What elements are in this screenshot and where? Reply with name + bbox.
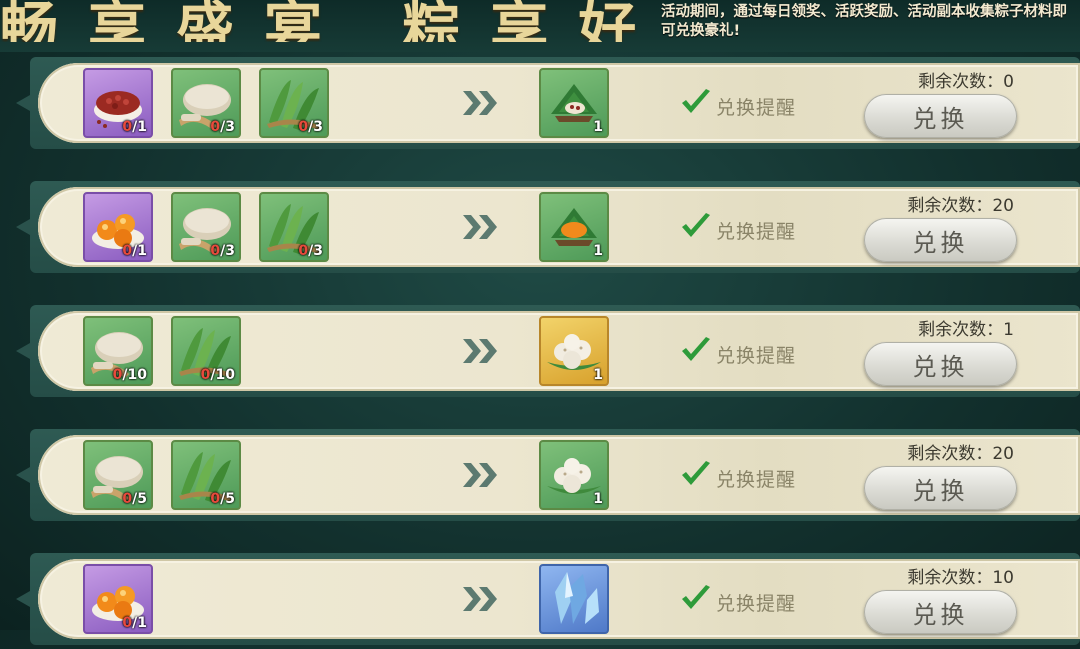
material-have: 0 — [200, 367, 211, 383]
material-count: 0/3 — [298, 119, 323, 135]
reward-count: 1 — [593, 243, 603, 259]
reward-slot[interactable]: 1 — [539, 192, 609, 262]
event-title: 畅享盛宴 粽享好礼 — [0, 0, 650, 42]
exchange-reminder-toggle[interactable]: 兑换提醒 — [680, 89, 820, 119]
material-have: 0 — [210, 119, 221, 135]
material-need: 1 — [137, 119, 147, 135]
reminder-label: 兑换提醒 — [716, 345, 797, 367]
exchange-button[interactable]: 兑换 — [864, 218, 1017, 262]
material-slot[interactable]: 0/3 — [259, 68, 329, 138]
material-need: 3 — [313, 119, 323, 135]
double-chevron-icon — [463, 215, 499, 239]
material-need: 3 — [313, 243, 323, 259]
exchange-button[interactable]: 兑换 — [864, 590, 1017, 634]
reminder-label: 兑换提醒 — [716, 221, 797, 243]
material-count: 0/3 — [298, 243, 323, 259]
row-ornament — [16, 343, 30, 359]
material-count: 0/1 — [122, 243, 147, 259]
material-slot[interactable]: 0/5 — [171, 440, 241, 510]
checkmark-icon — [680, 337, 712, 369]
exchange-button[interactable]: 兑换 — [864, 466, 1017, 510]
material-have: 0 — [210, 491, 221, 507]
reward-count: 1 — [593, 491, 603, 507]
material-count: 0/3 — [210, 119, 235, 135]
exchange-row: 0/1 0/3 0/3 1 兑换提醒 剩余次数：0 兑换 — [16, 53, 1080, 153]
reward-slot[interactable] — [539, 564, 609, 634]
material-slot[interactable]: 0/1 — [83, 192, 153, 262]
material-need: 10 — [127, 367, 147, 383]
row-ornament — [16, 219, 30, 235]
exchange-reminder-toggle[interactable]: 兑换提醒 — [680, 337, 820, 367]
material-need: 10 — [215, 367, 235, 383]
material-slot[interactable]: 0/3 — [171, 192, 241, 262]
material-count: 0/3 — [210, 243, 235, 259]
double-chevron-icon — [463, 463, 499, 487]
remaining-count: 剩余次数：20 — [907, 196, 1014, 216]
material-need: 5 — [137, 491, 147, 507]
exchange-reminder-toggle[interactable]: 兑换提醒 — [680, 585, 820, 615]
remaining-count: 剩余次数：10 — [907, 568, 1014, 588]
reward-count: 1 — [593, 367, 603, 383]
material-have: 0 — [298, 119, 309, 135]
remaining-count: 剩余次数：1 — [918, 320, 1014, 340]
checkmark-icon — [680, 461, 712, 493]
row-ornament — [16, 95, 30, 111]
material-slot[interactable]: 0/1 — [83, 68, 153, 138]
exchange-row: 0/5 0/5 1 兑换提醒 剩余次数：20 兑换 — [16, 425, 1080, 525]
material-slot[interactable]: 0/1 — [83, 564, 153, 634]
material-have: 0 — [122, 615, 133, 631]
checkmark-icon — [680, 213, 712, 245]
exchange-row: 0/10 0/10 1 兑换提醒 剩余次数：1 兑换 — [16, 301, 1080, 401]
material-have: 0 — [122, 243, 133, 259]
material-count: 0/5 — [210, 491, 235, 507]
double-chevron-icon — [463, 587, 499, 611]
exchange-row: 0/1 兑换提醒 剩余次数：10 兑换 — [16, 549, 1080, 649]
checkmark-icon — [680, 89, 712, 121]
material-slot[interactable]: 0/5 — [83, 440, 153, 510]
double-chevron-icon — [463, 91, 499, 115]
double-chevron-icon — [463, 339, 499, 363]
material-slot[interactable]: 0/3 — [259, 192, 329, 262]
material-have: 0 — [122, 119, 133, 135]
material-need: 1 — [137, 243, 147, 259]
exchange-reminder-toggle[interactable]: 兑换提醒 — [680, 461, 820, 491]
reward-count: 1 — [593, 119, 603, 135]
material-have: 0 — [298, 243, 309, 259]
material-need: 5 — [225, 491, 235, 507]
reminder-label: 兑换提醒 — [716, 469, 797, 491]
material-need: 1 — [137, 615, 147, 631]
material-count: 0/10 — [200, 367, 235, 383]
remaining-count: 剩余次数：0 — [918, 72, 1014, 92]
material-count: 0/1 — [122, 119, 147, 135]
row-ornament — [16, 591, 30, 607]
row-ornament — [16, 467, 30, 483]
event-banner: 畅享盛宴 粽享好礼 活动期间，通过每日领奖、活跃奖励、活动副本收集粽子材料即可兑… — [0, 0, 1080, 52]
exchange-row: 0/1 0/3 0/3 1 兑换提醒 剩余次数：20 兑换 — [16, 177, 1080, 277]
exchange-reminder-toggle[interactable]: 兑换提醒 — [680, 213, 820, 243]
reward-slot[interactable]: 1 — [539, 440, 609, 510]
material-slot[interactable]: 0/10 — [83, 316, 153, 386]
material-need: 3 — [225, 119, 235, 135]
reminder-label: 兑换提醒 — [716, 97, 797, 119]
checkmark-icon — [680, 585, 712, 617]
event-description: 活动期间，通过每日领奖、活跃奖励、活动副本收集粽子材料即可兑换豪礼! — [661, 4, 1067, 39]
exchange-button[interactable]: 兑换 — [864, 94, 1017, 138]
material-have: 0 — [210, 243, 221, 259]
reward-slot[interactable]: 1 — [539, 68, 609, 138]
remaining-count: 剩余次数：20 — [907, 444, 1014, 464]
material-slot[interactable]: 0/3 — [171, 68, 241, 138]
exchange-button[interactable]: 兑换 — [864, 342, 1017, 386]
material-need: 3 — [225, 243, 235, 259]
material-have: 0 — [112, 367, 123, 383]
material-count: 0/5 — [122, 491, 147, 507]
reminder-label: 兑换提醒 — [716, 593, 797, 615]
reward-slot[interactable]: 1 — [539, 316, 609, 386]
material-count: 0/1 — [122, 615, 147, 631]
material-slot[interactable]: 0/10 — [171, 316, 241, 386]
material-have: 0 — [122, 491, 133, 507]
material-count: 0/10 — [112, 367, 147, 383]
